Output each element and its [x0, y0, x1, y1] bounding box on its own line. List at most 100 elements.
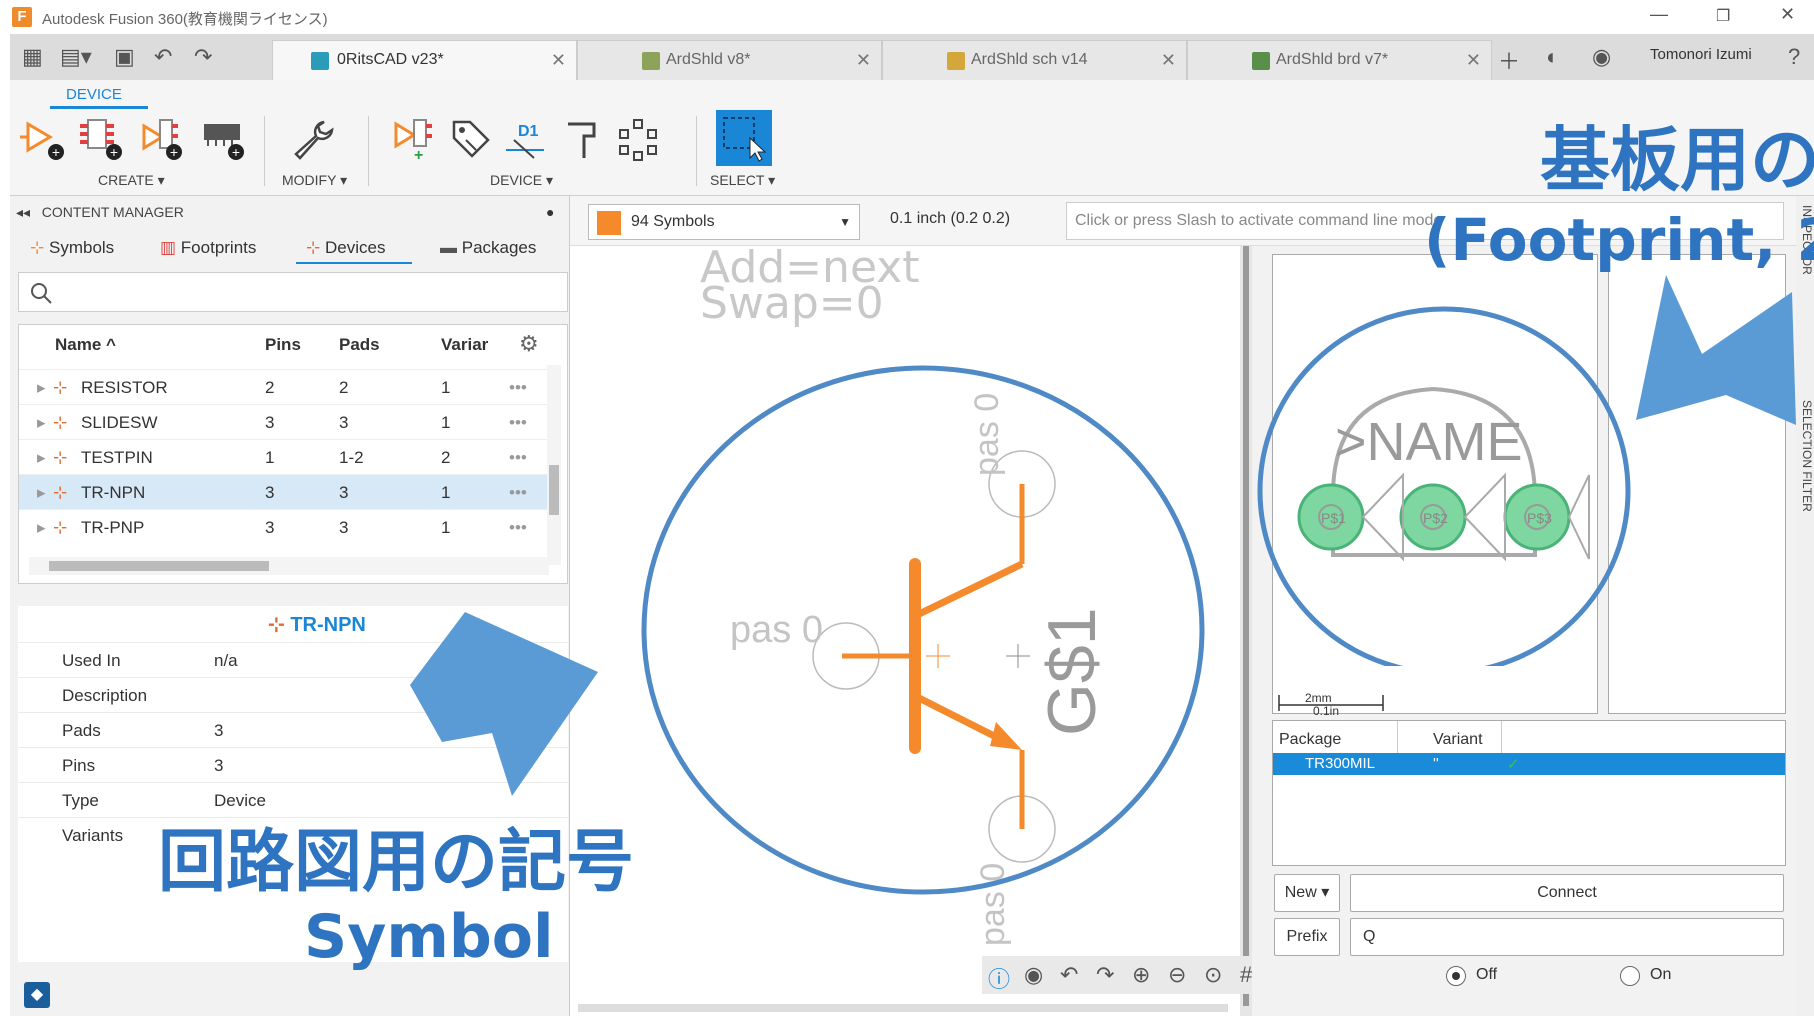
help-icon[interactable]: ?	[1788, 44, 1800, 70]
scroll-thumb[interactable]	[549, 465, 559, 515]
row-menu-icon[interactable]: •••	[509, 413, 527, 433]
connect-button[interactable]: Connect	[1350, 874, 1784, 912]
pin-label-base: pas 0	[730, 609, 823, 651]
tab-ardshld-sch[interactable]: ArdShld sch v14 ✕	[882, 40, 1187, 80]
user-name[interactable]: Tomonori Izumi	[1650, 46, 1752, 63]
title-bar: F Autodesk Fusion 360(教育機関ライセンス) — ❐ ✕	[0, 0, 1814, 34]
row-variants: 1	[441, 378, 451, 397]
expand-icon[interactable]: ▸	[37, 413, 46, 433]
prefix-input[interactable]: Q	[1350, 918, 1784, 956]
column-variants[interactable]: Variar	[441, 335, 488, 355]
column-variant[interactable]: Variant	[1433, 731, 1483, 749]
create-symbol-icon[interactable]: +	[20, 116, 66, 162]
radio-on[interactable]	[1620, 966, 1640, 986]
device-editor-panel: >NAME P$1 P$2 P$3 2mm 0.1in Package Vari…	[1252, 246, 1814, 1016]
create-package-icon[interactable]: +	[200, 116, 246, 162]
expand-icon[interactable]: ▸	[37, 483, 46, 503]
redo-icon[interactable]: ↷	[194, 44, 212, 70]
extensions-icon[interactable]: ◐	[1546, 44, 1559, 70]
table-row[interactable]: ▸ ⊹ TR-PNP 3 3 1 •••	[19, 509, 549, 544]
undo-icon[interactable]: ↶	[1060, 962, 1078, 988]
row-menu-icon[interactable]: •••	[509, 518, 527, 538]
file-icon[interactable]: ▤▾	[60, 44, 92, 70]
tab-ardshld-v8[interactable]: ArdShld v8* ✕	[577, 40, 882, 80]
column-pads[interactable]: Pads	[339, 335, 380, 355]
row-menu-icon[interactable]: •••	[509, 483, 527, 503]
grid-size[interactable]: 0.1 inch (0.2 0.2)	[890, 210, 1010, 228]
zoom-out-icon[interactable]: ⊖	[1168, 962, 1186, 988]
transistor-symbol[interactable]: pas 0 pas 0 pas 0 pas 0 G$1	[570, 246, 1240, 1016]
zoom-in-icon[interactable]: ⊕	[1132, 962, 1150, 988]
tab-0ritscad[interactable]: 0RitsCAD v23* ✕	[272, 40, 577, 80]
canvas-divider[interactable]	[1240, 246, 1252, 1016]
device-menu[interactable]: DEVICE ▾	[490, 172, 553, 189]
table-row[interactable]: ▸ ⊹ SLIDESW 3 3 1 •••	[19, 404, 549, 439]
search-input[interactable]	[18, 272, 568, 312]
create-device-icon[interactable]: +	[138, 116, 184, 162]
modify-menu[interactable]: MODIFY ▾	[282, 172, 347, 189]
create-menu[interactable]: CREATE ▾	[98, 172, 165, 189]
tab-selection-filter[interactable]: SELECTION FILTER	[1800, 400, 1814, 512]
eye-icon[interactable]: ◉	[1024, 962, 1043, 988]
table-row-selected[interactable]: ▸ ⊹ TR-NPN 3 3 1 •••	[19, 474, 549, 509]
tag-icon[interactable]: ◆	[24, 982, 50, 1008]
close-tab-icon[interactable]: ✕	[1161, 41, 1176, 79]
symbol-select[interactable]: 94 Symbols ▼	[588, 204, 860, 240]
attribute-tag-icon[interactable]	[448, 116, 494, 162]
row-menu-icon[interactable]: •••	[509, 448, 527, 468]
detail-key: Used In	[62, 651, 121, 670]
redo-icon[interactable]: ↷	[1096, 962, 1114, 988]
splitter-handle[interactable]	[1243, 246, 1249, 1006]
select-menu[interactable]: SELECT ▾	[710, 172, 775, 189]
undo-icon[interactable]: ↶	[154, 44, 172, 70]
name-value-icon[interactable]: D1	[504, 116, 550, 162]
column-package[interactable]: Package	[1279, 731, 1341, 749]
canvas-hscrollbar[interactable]	[578, 1004, 1228, 1012]
close-tab-icon[interactable]: ✕	[856, 41, 871, 79]
table-row[interactable]: ▸ ⊹ TESTPIN 1 1-2 2 •••	[19, 439, 549, 474]
tab-device[interactable]: DEVICE	[66, 86, 122, 103]
table-row[interactable]: ▸ ⊹ RESISTOR 2 2 1 •••	[19, 369, 549, 404]
restore-icon[interactable]: ❐	[1716, 6, 1730, 26]
collector-line	[913, 560, 1024, 620]
connect-wire-icon[interactable]	[562, 116, 608, 162]
expand-icon[interactable]: ▸	[37, 448, 46, 468]
close-tab-icon[interactable]: ✕	[1466, 41, 1481, 79]
radio-off[interactable]	[1446, 966, 1466, 986]
panel-options-icon[interactable]: ●	[546, 204, 554, 220]
wrench-icon[interactable]	[290, 116, 336, 162]
expand-icon[interactable]: ▸	[37, 518, 46, 538]
new-tab-icon[interactable]: ＋	[1498, 44, 1520, 76]
table-row-selected[interactable]: TR300MIL '' ✓	[1273, 753, 1785, 775]
scroll-thumb[interactable]	[49, 561, 269, 571]
tab-ardshld-brd[interactable]: ArdShld brd v7* ✕	[1187, 40, 1492, 80]
tab-packages[interactable]: ▬ Packages	[440, 238, 536, 258]
save-icon[interactable]: ▣	[114, 44, 135, 70]
close-icon[interactable]: ✕	[1780, 4, 1795, 25]
vertical-scrollbar[interactable]	[547, 365, 561, 565]
minimize-icon[interactable]: —	[1650, 4, 1668, 25]
check-icon: ✓	[1507, 756, 1520, 773]
column-pins[interactable]: Pins	[265, 335, 301, 355]
grid-menu-icon[interactable]: ▦	[22, 44, 43, 70]
expand-icon[interactable]: ▸	[37, 378, 46, 398]
gear-icon[interactable]: ⚙	[519, 331, 539, 357]
tab-symbols[interactable]: ⊹ Symbols	[30, 238, 114, 258]
horizontal-scrollbar[interactable]	[29, 557, 549, 575]
create-footprint-icon[interactable]: +	[78, 116, 124, 162]
zoom-fit-icon[interactable]: ⊙	[1204, 962, 1222, 988]
job-status-icon[interactable]: ◉	[1592, 44, 1611, 70]
pad-layout-icon[interactable]	[616, 116, 662, 162]
grid-icon[interactable]: #	[1240, 962, 1252, 988]
row-menu-icon[interactable]: •••	[509, 378, 527, 398]
close-tab-icon[interactable]: ✕	[551, 41, 566, 79]
column-name[interactable]: Name ^	[55, 335, 116, 355]
collapse-icon[interactable]: ◂◂	[16, 204, 30, 220]
tab-footprints[interactable]: ▥ Footprints	[160, 238, 256, 258]
new-button[interactable]: New ▾	[1274, 874, 1340, 912]
select-icon[interactable]	[716, 110, 772, 166]
info-icon[interactable]: ⓘ	[988, 962, 1010, 994]
add-gate-icon[interactable]: +	[390, 116, 436, 162]
tab-devices[interactable]: ⊹ Devices	[306, 238, 385, 258]
prefix-button[interactable]: Prefix	[1274, 918, 1340, 956]
